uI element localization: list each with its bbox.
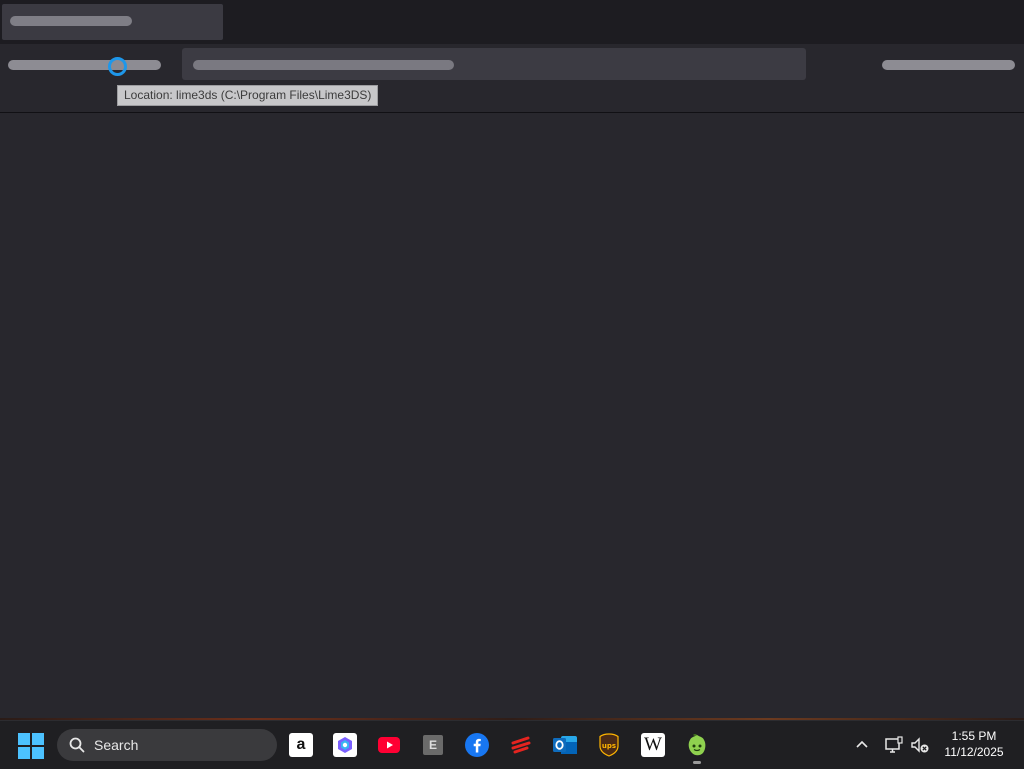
active-tab[interactable] <box>2 4 223 40</box>
clock-time: 1:55 PM <box>951 729 997 743</box>
title-bar <box>0 0 1024 44</box>
tab-title-placeholder <box>10 16 132 26</box>
location-tooltip: Location: lime3ds (C:\Program Files\Lime… <box>117 85 379 106</box>
running-app-indicator <box>693 761 701 764</box>
chevron-up-icon[interactable] <box>854 736 870 752</box>
windows-logo-pane <box>32 747 44 759</box>
youtube-logo-icon <box>378 737 400 753</box>
bet-app-icon[interactable] <box>509 733 533 757</box>
outlook-icon[interactable] <box>553 733 577 757</box>
taskbar: Search a E ups W 1:55 PM 11/12/2025 <box>0 720 1024 769</box>
copilot-icon[interactable] <box>333 733 357 757</box>
clock-date: 11/12/2025 <box>944 745 1004 759</box>
volume-muted-icon[interactable] <box>910 735 930 755</box>
epic-games-icon[interactable]: E <box>423 735 443 755</box>
location-text-placeholder <box>193 60 454 70</box>
epic-games-glyph: E <box>428 738 437 752</box>
busy-cursor-icon <box>108 57 127 76</box>
network-icon[interactable] <box>884 735 904 755</box>
ups-icon[interactable]: ups <box>597 733 621 757</box>
svg-text:ups: ups <box>602 742 616 750</box>
search-label: Search <box>94 737 139 753</box>
start-button[interactable] <box>18 733 44 759</box>
windows-logo-pane <box>32 733 44 745</box>
wikipedia-glyph: W <box>644 734 662 755</box>
ups-logo-icon: ups <box>599 733 619 757</box>
wikipedia-icon[interactable]: W <box>641 733 665 757</box>
lime3ds-logo-icon <box>688 734 706 756</box>
amazon-icon[interactable]: a <box>289 733 313 757</box>
copilot-logo-icon <box>338 737 352 753</box>
outlook-logo-icon <box>553 736 577 754</box>
youtube-icon[interactable] <box>377 733 401 757</box>
toolbar-left-placeholder <box>8 60 161 70</box>
windows-logo-icon <box>18 733 30 745</box>
amazon-glyph: a <box>296 736 306 753</box>
lime3ds-icon[interactable] <box>685 733 709 757</box>
location-bar[interactable] <box>182 48 806 80</box>
toolbar-right-placeholder <box>882 60 1015 70</box>
bet-logo-icon <box>511 736 531 754</box>
taskbar-search-box[interactable]: Search <box>57 729 277 761</box>
search-icon <box>69 737 85 753</box>
main-content <box>0 113 1024 720</box>
facebook-logo-icon <box>465 733 489 757</box>
taskbar-clock[interactable]: 1:55 PM 11/12/2025 <box>934 728 1014 760</box>
windows-logo-pane <box>18 747 30 759</box>
facebook-icon[interactable] <box>465 733 489 757</box>
lime3ds-window: Location: lime3ds (C:\Program Files\Lime… <box>0 0 1024 720</box>
